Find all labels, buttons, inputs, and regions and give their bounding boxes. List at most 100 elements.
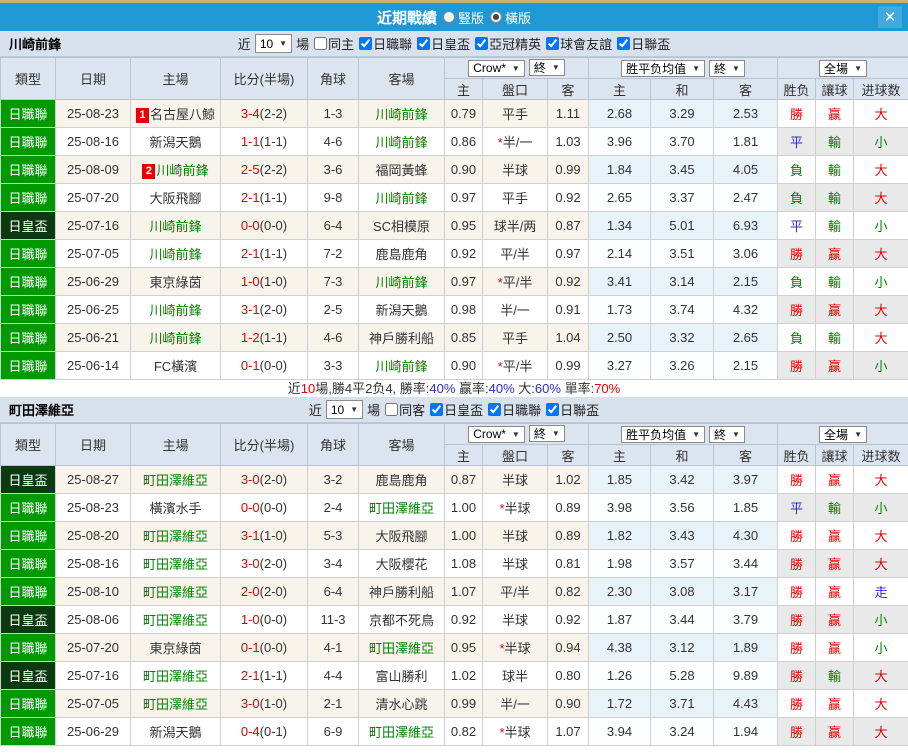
league-checkbox-label: 球會友誼 [560,37,613,52]
radio-selected-icon[interactable] [490,11,502,23]
match-type-cell: 日職聯 [0,633,56,662]
avg-stage-select[interactable]: 終 ▼ [709,59,745,77]
team2-filter-controls: 近 10 ▼ 場 同客 日皇盃 日職聯 日聯盃 [309,400,599,419]
league-checkbox-日皇盃[interactable] [430,403,444,416]
away-odds-cell: 1.07 [547,717,589,746]
handicap-cell: *半球 [482,633,548,662]
avg-draw-odds-cell: 3.71 [650,689,714,718]
home-team-name: 川崎前鋒 [149,303,202,318]
away-odds-cell: 0.99 [547,351,589,380]
corners-cell: 2-5 [307,295,359,324]
avg-draw-odds-cell: 3.43 [650,521,714,550]
league-checkbox-日聯盃[interactable] [546,403,560,416]
league-checkbox-日皇盃[interactable] [417,37,431,50]
avg-away-odds-cell: 4.43 [712,689,779,718]
result-cell: 勝 [777,661,817,690]
away-team-name: 鹿島鹿角 [375,247,428,262]
avg-draw-odds-cell: 3.32 [650,323,714,352]
goals-result-value: 大 [874,303,888,318]
avg-stage-select[interactable]: 終 ▼ [709,425,745,443]
full-match-select[interactable]: 全場 ▼ [819,59,867,77]
result-cell: 勝 [777,465,817,494]
column-subheader-avg_away: 客 [712,78,779,100]
avg-away-odds-cell: 4.30 [712,521,779,550]
odds-provider-select[interactable]: Crow* ▼ [468,425,525,443]
match-type-cell: 日職聯 [0,239,56,268]
score-cell: 0-1(0-0) [220,351,308,380]
half-time-score: (2-2) [259,162,288,177]
handicap-value: 平/半 [502,275,533,290]
near-count-select-value: 10 [330,402,345,417]
league-checkbox-日職聯[interactable] [488,403,502,416]
layout-radio-horizontal-label: 橫版 [505,10,532,26]
away-team-name: 京都不死鳥 [368,613,434,628]
same-venue-checkbox[interactable] [314,37,328,50]
home-team-name: 川崎前鋒 [149,331,202,346]
goals-result-cell: 大 [853,183,908,212]
layout-radio-vertical[interactable]: 豎版 [442,8,484,27]
odds-stage-select[interactable]: 終 ▼ [528,425,565,443]
home-odds-cell: 0.92 [444,605,483,634]
away-team-name: 川崎前鋒 [375,107,428,122]
layout-radio-horizontal[interactable]: 橫版 [490,8,531,27]
result-value: 勝 [790,613,804,628]
radio-unselected-icon[interactable] [442,11,455,23]
corners-cell: 3-6 [307,155,359,184]
handicap-value: 半球 [501,163,528,178]
results-table: 類型 日期 主場 比分(半場) 角球 客場 Crow* ▼ 終 ▼ 胜平负均值 ▼ 終 ▼ 全場 ▼ 主盤口客主… [0,423,908,746]
result-value: 負 [790,191,804,206]
column-subheader-result: 胜负 [777,444,817,466]
league-checkbox-球會友誼[interactable] [546,37,560,50]
match-row: 日職聯 25-07-05 町田澤維亞 3-0(1-0) 2-1 清水心跳 0.99 半/一 0.… [0,689,908,718]
odds-provider-select[interactable]: Crow* ▼ [468,59,525,77]
away-team-name: 町田澤維亞 [368,725,434,740]
avg-home-odds-cell: 4.38 [588,633,651,662]
handicap-result-cell: 赢 [815,239,855,268]
league-checkbox-日職聯[interactable] [359,37,373,50]
result-cell: 平 [777,211,817,240]
match-date-cell: 25-06-25 [55,295,131,324]
avg-odds-select[interactable]: 胜平负均值 ▼ [621,425,705,443]
near-count-select[interactable]: 10 ▼ [254,34,293,53]
match-date-cell: 25-07-16 [55,211,131,240]
score-cell: 1-1(1-1) [220,127,308,156]
column-header-date: 日期 [55,423,131,466]
near-count-select[interactable]: 10 ▼ [325,400,364,419]
avg-away-odds-cell: 2.15 [712,351,779,380]
close-icon[interactable]: ✕ [878,6,902,28]
handicap-result-cell: 赢 [815,633,855,662]
odds-stage-select[interactable]: 終 ▼ [528,59,565,77]
chevron-down-icon: ▼ [854,429,862,439]
half-time-score: (1-1) [259,668,288,683]
home-team-name: 町田澤維亞 [142,697,208,712]
home-team-cell: 町田澤維亞 [130,549,221,578]
away-team-name: 町田澤維亞 [368,641,434,656]
league-checkbox-亞冠精英[interactable] [475,37,489,50]
avg-odds-select[interactable]: 胜平负均值 ▼ [621,59,705,77]
avg-home-odds-cell: 3.27 [588,351,651,380]
league-checkbox-日聯盃[interactable] [617,37,631,50]
match-row: 日皇盃 25-07-16 町田澤維亞 2-1(1-1) 4-4 富山勝利 1.02 球半 0.8… [0,661,908,690]
away-odds-cell: 0.91 [547,295,589,324]
away-team-cell: 川崎前鋒 [358,183,445,212]
goals-result-value: 大 [874,697,888,712]
home-team-cell: 川崎前鋒 [130,323,221,352]
match-row: 日職聯 25-06-21 川崎前鋒 1-2(1-1) 4-6 神戶勝利船 0.85 平手 1.0… [0,323,908,352]
home-team-cell: 東京綠茵 [130,633,221,662]
full-time-score: 3-4 [240,106,260,121]
avg-away-odds-cell: 4.32 [712,295,779,324]
full-time-score: 3-0 [240,556,260,571]
summary-segment: 40% [488,381,515,396]
half-time-score: (0-0) [259,612,288,627]
result-value: 勝 [790,303,804,318]
column-subheader-avg_home: 主 [588,444,651,466]
same-venue-checkbox[interactable] [385,403,399,416]
avg-draw-odds-cell: 3.57 [650,549,714,578]
home-team-name: 大阪飛腳 [149,191,202,206]
corners-cell: 6-4 [307,211,359,240]
full-match-select[interactable]: 全場 ▼ [819,425,867,443]
home-odds-cell: 0.86 [444,127,483,156]
goals-result-value: 走 [874,585,888,600]
away-odds-cell: 0.80 [547,661,589,690]
result-value: 負 [790,275,804,290]
